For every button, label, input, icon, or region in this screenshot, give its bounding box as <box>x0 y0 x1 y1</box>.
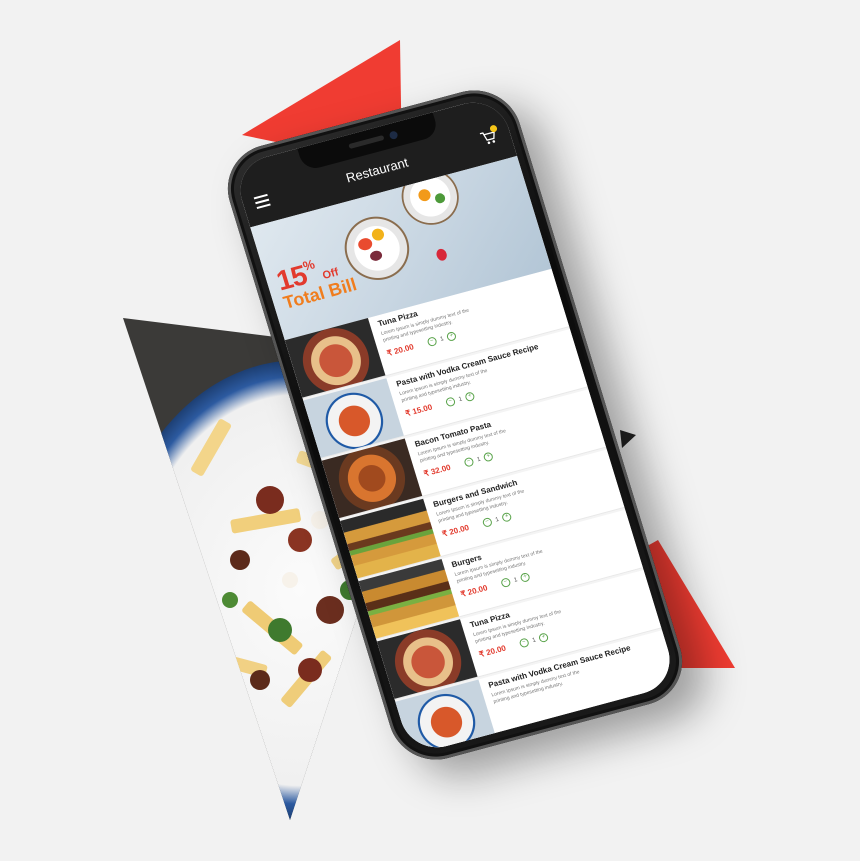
dish-quantity: 1 <box>494 516 500 524</box>
food-topping <box>316 596 344 624</box>
decrease-qty-button[interactable]: − <box>444 396 457 408</box>
increase-qty-button[interactable]: + <box>446 330 458 342</box>
decrease-qty-button[interactable]: − <box>426 336 438 348</box>
decrease-qty-button[interactable]: − <box>481 516 494 528</box>
increase-qty-button[interactable]: + <box>519 571 532 583</box>
dish-quantity: 1 <box>457 395 463 403</box>
dish-quantity: 1 <box>439 335 445 343</box>
decrease-qty-button[interactable]: − <box>500 577 512 589</box>
dish-quantity: 1 <box>513 576 519 584</box>
dish-quantity: 1 <box>531 636 537 644</box>
food-topping <box>282 572 298 588</box>
food-topping <box>298 658 322 682</box>
food-topping <box>250 670 270 690</box>
dish-quantity: 1 <box>476 456 482 463</box>
speaker-grille <box>348 134 385 150</box>
front-camera <box>388 130 399 141</box>
offer-text: 15% Off Total Bill <box>273 248 359 314</box>
food-topping <box>222 592 238 608</box>
fry-piece <box>338 720 394 741</box>
increase-qty-button[interactable]: + <box>538 632 550 644</box>
decrease-qty-button[interactable]: − <box>518 637 530 649</box>
food-topping <box>230 550 250 570</box>
increase-qty-button[interactable]: + <box>482 451 495 463</box>
food-topping <box>288 528 312 552</box>
decrease-qty-button[interactable]: − <box>463 456 475 468</box>
food-topping <box>256 486 284 514</box>
food-topping <box>268 618 292 642</box>
increase-qty-button[interactable]: + <box>464 391 476 403</box>
increase-qty-button[interactable]: + <box>501 511 513 523</box>
